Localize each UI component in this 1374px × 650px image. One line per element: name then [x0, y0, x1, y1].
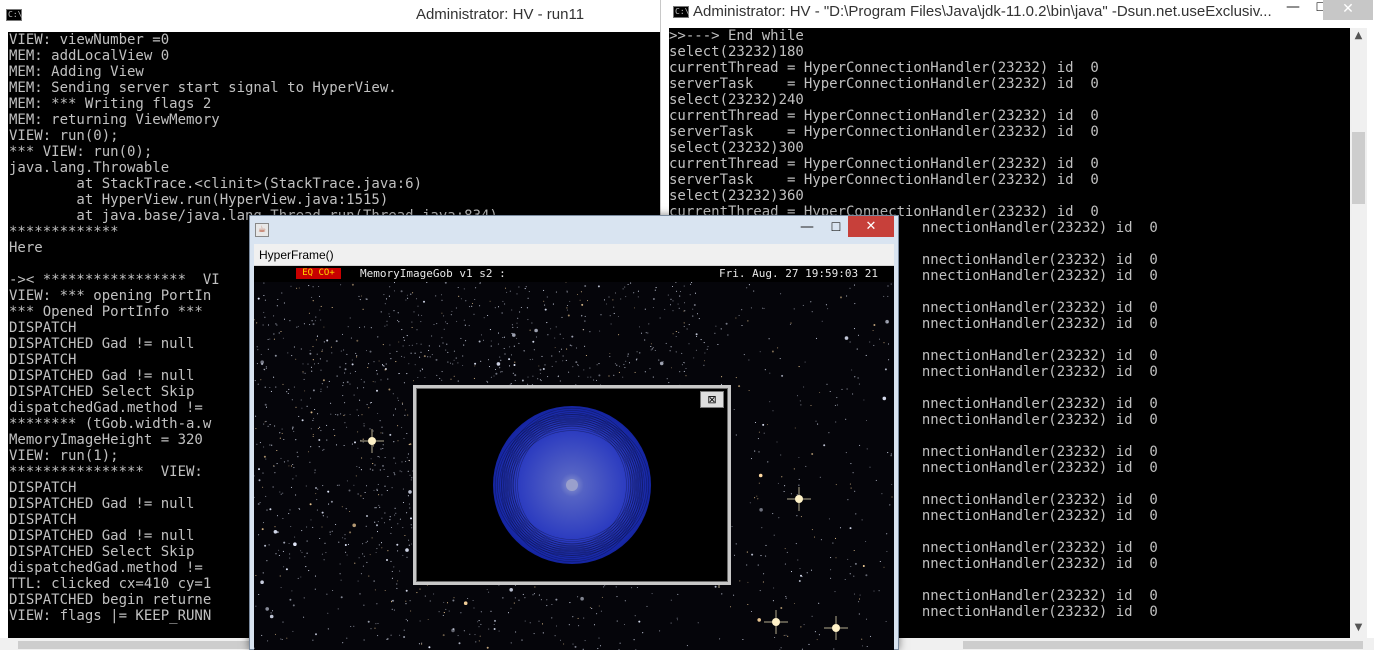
- hyperframe-label[interactable]: HyperFrame(): [254, 248, 334, 262]
- close-button[interactable]: ✕: [1323, 0, 1373, 20]
- gob-title: MemoryImageGob v1 s2 :: [360, 267, 506, 280]
- right-console-line: select(23232)360: [669, 188, 804, 204]
- console-icon[interactable]: C:\: [673, 6, 689, 18]
- minimize-button[interactable]: —: [795, 220, 819, 234]
- right-console-titlebar[interactable]: C:\ Administrator: HV - "D:\Program File…: [661, 0, 1374, 28]
- left-console-line: VIEW: viewNumber =0: [9, 32, 170, 48]
- left-console-titlebar[interactable]: C:\ Administrator: HV - run11: [0, 0, 660, 32]
- left-console-line: VIEW: run(0);: [9, 128, 119, 144]
- console-icon[interactable]: C:\: [6, 9, 22, 21]
- status-badge: EQ CO+: [296, 268, 341, 279]
- right-console-line: select(23232)240: [669, 92, 804, 108]
- right-console-line: select(23232)300: [669, 140, 804, 156]
- right-console-line: currentThread = HyperConnectionHandler(2…: [669, 108, 1099, 124]
- left-console-line: at HyperView.run(HyperView.java:1515): [9, 192, 389, 208]
- right-console-scroll-thumb[interactable]: [1352, 132, 1365, 204]
- hyperframe-body: HyperFrame() EQ CO+ MemoryImageGob v1 s2…: [254, 244, 894, 650]
- right-console-title: Administrator: HV - "D:\Program Files\Ja…: [693, 3, 1272, 20]
- hyperframe-menubar: HyperFrame(): [254, 244, 894, 266]
- right-console-line: serverTask = HyperConnectionHandler(2323…: [669, 124, 1099, 140]
- right-console-line: >>---> End while: [669, 28, 804, 44]
- star-field-canvas[interactable]: EQ CO+ MemoryImageGob v1 s2 : Fri. Aug. …: [254, 266, 894, 650]
- right-console-line: serverTask = HyperConnectionHandler(2323…: [669, 172, 1099, 188]
- image-status-line: EQ CO+ MemoryImageGob v1 s2 : Fri. Aug. …: [254, 266, 894, 282]
- blue-sphere-graphic: [493, 406, 651, 564]
- right-console-line: currentThread = HyperConnectionHandler(2…: [669, 60, 1099, 76]
- left-console-title: Administrator: HV - run11: [415, 6, 585, 23]
- left-console-line: MEM: Adding View: [9, 64, 144, 80]
- left-console-line: MEM: returning ViewMemory: [9, 112, 220, 128]
- right-console-hscroll-thumb[interactable]: [963, 641, 1363, 649]
- memory-image-gob[interactable]: ⊠: [413, 385, 731, 585]
- sphere-highlight: [566, 479, 578, 491]
- close-button[interactable]: ✕: [848, 216, 894, 237]
- maximize-button[interactable]: ☐: [824, 220, 848, 234]
- left-console-line: java.lang.Throwable: [9, 160, 170, 176]
- hyperframe-titlebar[interactable]: ☕ — ☐ ✕: [250, 216, 898, 244]
- left-console-line: MEM: Sending server start signal to Hype…: [9, 80, 397, 96]
- left-console-scroll-thumb[interactable]: [18, 641, 258, 649]
- hyperframe-window[interactable]: ☕ — ☐ ✕ HyperFrame() EQ CO+ MemoryImageG…: [249, 215, 899, 650]
- java-app-icon[interactable]: ☕: [255, 223, 269, 237]
- right-console-vertical-scrollbar[interactable]: ▲ ▼: [1350, 28, 1367, 638]
- gob-close-button[interactable]: ⊠: [700, 391, 724, 408]
- left-console-line: *** VIEW: run(0);: [9, 144, 153, 160]
- scroll-down-arrow-icon[interactable]: ▼: [1350, 620, 1367, 636]
- scroll-up-arrow-icon[interactable]: ▲: [1350, 28, 1367, 44]
- right-console-line: serverTask = HyperConnectionHandler(2323…: [669, 76, 1099, 92]
- left-console-line: MEM: addLocalView 0: [9, 48, 170, 64]
- left-console-line: MEM: *** Writing flags 2: [9, 96, 212, 112]
- right-console-line: select(23232)180: [669, 44, 804, 60]
- status-datetime: Fri. Aug. 27 19:59:03 21: [719, 267, 878, 280]
- right-console-line: currentThread = HyperConnectionHandler(2…: [669, 156, 1099, 172]
- left-console-line: at StackTrace.<clinit>(StackTrace.java:6…: [9, 176, 423, 192]
